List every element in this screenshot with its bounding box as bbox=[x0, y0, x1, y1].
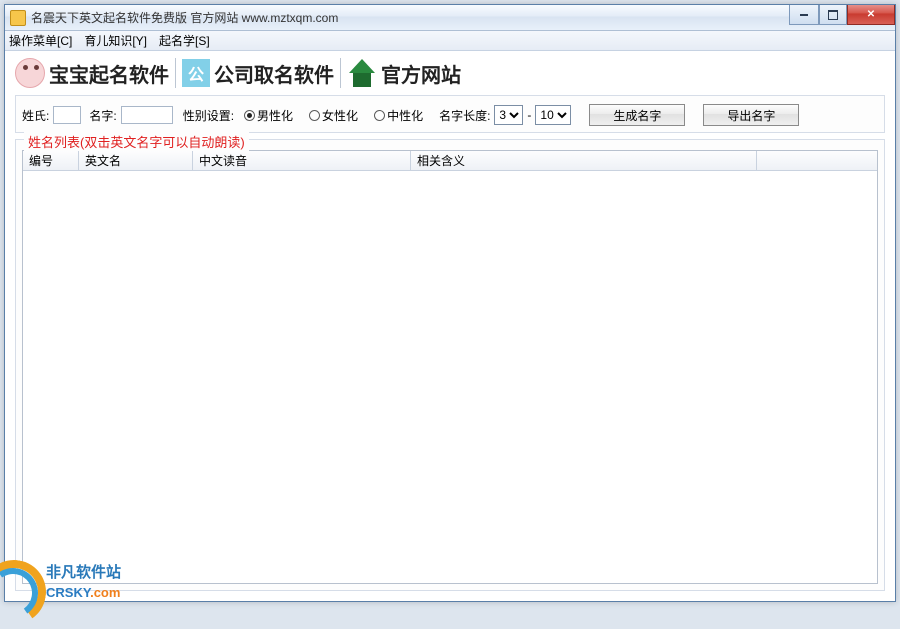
close-button[interactable] bbox=[847, 5, 895, 25]
separator bbox=[340, 58, 341, 88]
radio-dot-icon bbox=[309, 110, 320, 121]
house-icon bbox=[347, 59, 377, 87]
window-controls bbox=[789, 5, 895, 25]
minimize-button[interactable] bbox=[789, 5, 819, 25]
titlebar[interactable]: 名震天下英文起名软件免费版 官方网站 www.mztxqm.com bbox=[5, 5, 895, 31]
menubar: 操作菜单[C] 育儿知识[Y] 起名学[S] bbox=[5, 31, 895, 51]
baby-icon bbox=[15, 58, 45, 88]
col-index[interactable]: 编号 bbox=[23, 151, 79, 170]
maximize-button[interactable] bbox=[819, 5, 847, 25]
gender-label: 性别设置: bbox=[183, 107, 234, 124]
col-spacer bbox=[757, 151, 877, 170]
names-table: 编号 英文名 中文读音 相关含义 bbox=[22, 150, 878, 584]
banner-baby-naming[interactable]: 宝宝起名软件 bbox=[49, 59, 169, 88]
menu-naming[interactable]: 起名学[S] bbox=[159, 32, 210, 49]
generate-button[interactable]: 生成名字 bbox=[589, 104, 685, 126]
radio-female[interactable]: 女性化 bbox=[309, 107, 358, 124]
content-area: 宝宝起名软件 公 公司取名软件 官方网站 姓氏: 名字: 性别设置: 男性化 女… bbox=[5, 51, 895, 601]
name-input[interactable] bbox=[121, 106, 173, 124]
col-meaning[interactable]: 相关含义 bbox=[411, 151, 757, 170]
company-icon: 公 bbox=[182, 59, 210, 87]
radio-male-label: 男性化 bbox=[257, 107, 293, 124]
radio-neutral[interactable]: 中性化 bbox=[374, 107, 423, 124]
table-body[interactable] bbox=[23, 171, 877, 583]
app-icon bbox=[10, 10, 26, 26]
banner-company-naming[interactable]: 公司取名软件 bbox=[214, 59, 334, 88]
radio-female-label: 女性化 bbox=[322, 107, 358, 124]
surname-input[interactable] bbox=[53, 106, 81, 124]
length-min-select[interactable]: 3 bbox=[494, 105, 523, 125]
window-title: 名震天下英文起名软件免费版 官方网站 www.mztxqm.com bbox=[31, 9, 338, 26]
dash-label: - bbox=[527, 108, 531, 122]
input-panel: 姓氏: 名字: 性别设置: 男性化 女性化 中性化 名字长度: 3 - 10 生… bbox=[15, 95, 885, 133]
col-english[interactable]: 英文名 bbox=[79, 151, 193, 170]
length-label: 名字长度: bbox=[439, 107, 490, 124]
banner-official-site[interactable]: 官方网站 bbox=[381, 59, 461, 88]
name-label: 名字: bbox=[89, 107, 116, 124]
radio-dot-icon bbox=[244, 110, 255, 121]
separator bbox=[175, 58, 176, 88]
names-panel: 姓名列表(双击英文名字可以自动朗读) 编号 英文名 中文读音 相关含义 bbox=[15, 139, 885, 591]
menu-operations[interactable]: 操作菜单[C] bbox=[9, 32, 72, 49]
length-max-select[interactable]: 10 bbox=[535, 105, 571, 125]
radio-dot-icon bbox=[374, 110, 385, 121]
radio-male[interactable]: 男性化 bbox=[244, 107, 293, 124]
names-legend: 姓名列表(双击英文名字可以自动朗读) bbox=[24, 132, 249, 151]
menu-parenting[interactable]: 育儿知识[Y] bbox=[84, 32, 147, 49]
radio-neutral-label: 中性化 bbox=[387, 107, 423, 124]
banner: 宝宝起名软件 公 公司取名软件 官方网站 bbox=[15, 55, 885, 91]
table-header: 编号 英文名 中文读音 相关含义 bbox=[23, 151, 877, 171]
col-pinyin[interactable]: 中文读音 bbox=[193, 151, 411, 170]
surname-label: 姓氏: bbox=[22, 107, 49, 124]
export-button[interactable]: 导出名字 bbox=[703, 104, 799, 126]
app-window: 名震天下英文起名软件免费版 官方网站 www.mztxqm.com 操作菜单[C… bbox=[4, 4, 896, 602]
